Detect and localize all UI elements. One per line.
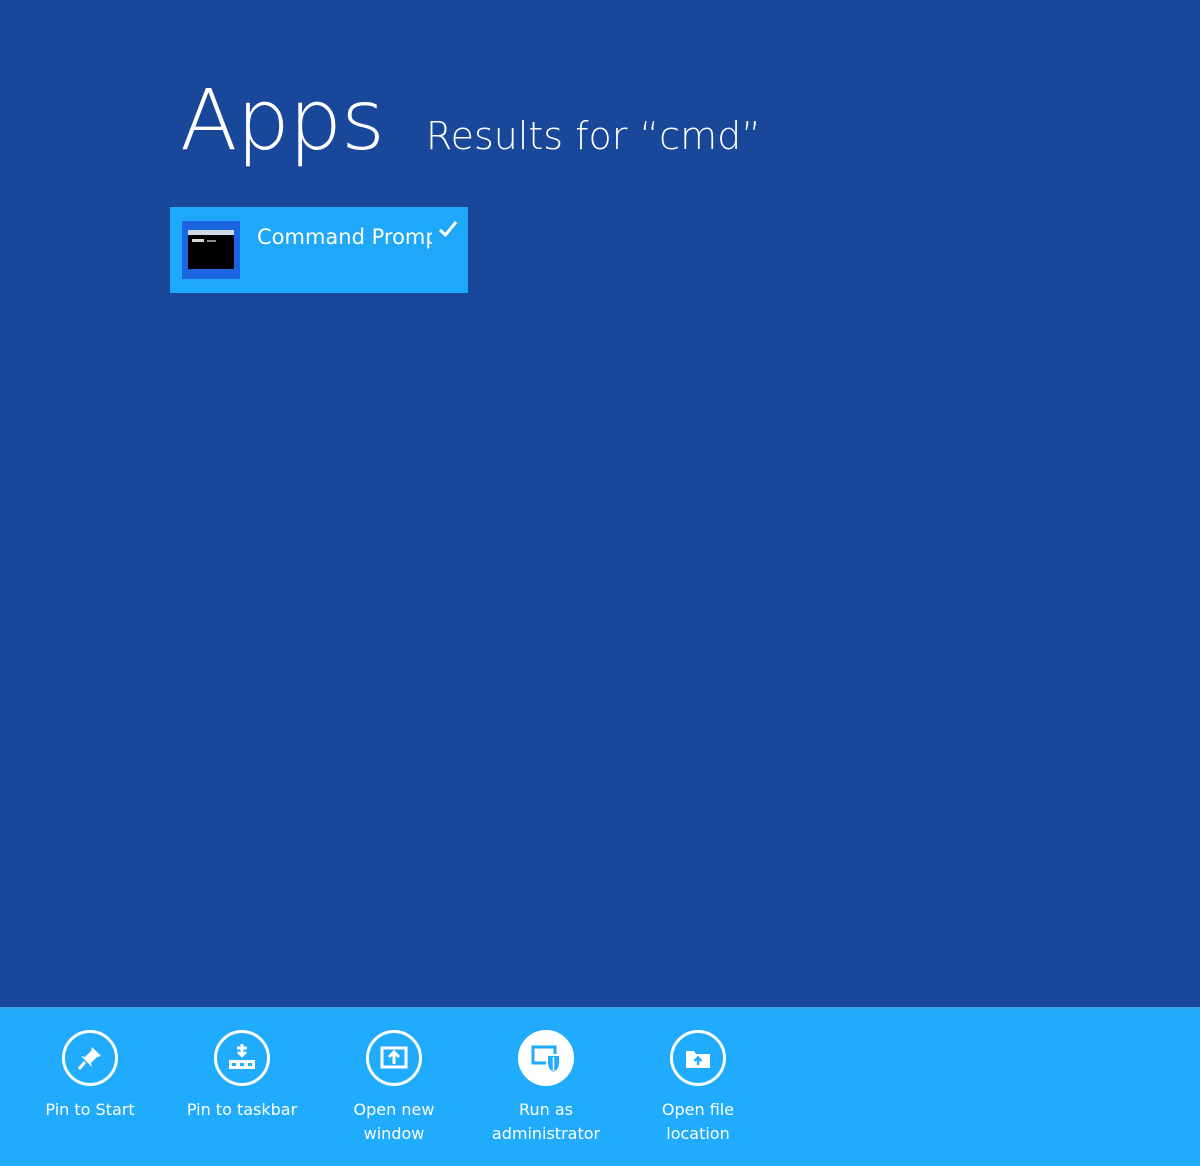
header: Apps Results for “cmd”: [180, 78, 761, 162]
pin-to-start-button[interactable]: Pin to Start: [30, 1030, 150, 1122]
pin-to-taskbar-label: Pin to taskbar: [186, 1100, 298, 1119]
search-results-subtitle: Results for “cmd”: [425, 114, 761, 158]
pin-to-start-label: Pin to Start: [45, 1100, 135, 1119]
pin-icon: [62, 1030, 118, 1086]
folder-icon: [670, 1030, 726, 1086]
console-window-graphic: [188, 230, 234, 269]
taskbar-pin-icon: [214, 1030, 270, 1086]
run-as-administrator-label: Run as administrator: [491, 1100, 601, 1143]
open-new-window-button[interactable]: Open new window: [334, 1030, 454, 1146]
new-window-icon: [366, 1030, 422, 1086]
open-new-window-label: Open new window: [353, 1100, 435, 1143]
command-prompt-icon: [182, 221, 240, 279]
open-file-location-button[interactable]: Open file location: [638, 1030, 758, 1146]
admin-shield-icon: [518, 1030, 574, 1086]
page-title: Apps: [180, 71, 385, 169]
start-screen: Apps Results for “cmd” Command Prompt Pi…: [0, 0, 1200, 1166]
app-bar: Pin to Start Pin to taskbar Open new win…: [0, 1007, 1200, 1166]
result-tile-command-prompt[interactable]: Command Prompt: [170, 207, 468, 293]
open-file-location-label: Open file location: [661, 1100, 735, 1143]
run-as-administrator-button[interactable]: Run as administrator: [486, 1030, 606, 1146]
pin-to-taskbar-button[interactable]: Pin to taskbar: [182, 1030, 302, 1122]
checkmark-icon: [438, 221, 458, 238]
result-label: Command Prompt: [257, 225, 432, 249]
